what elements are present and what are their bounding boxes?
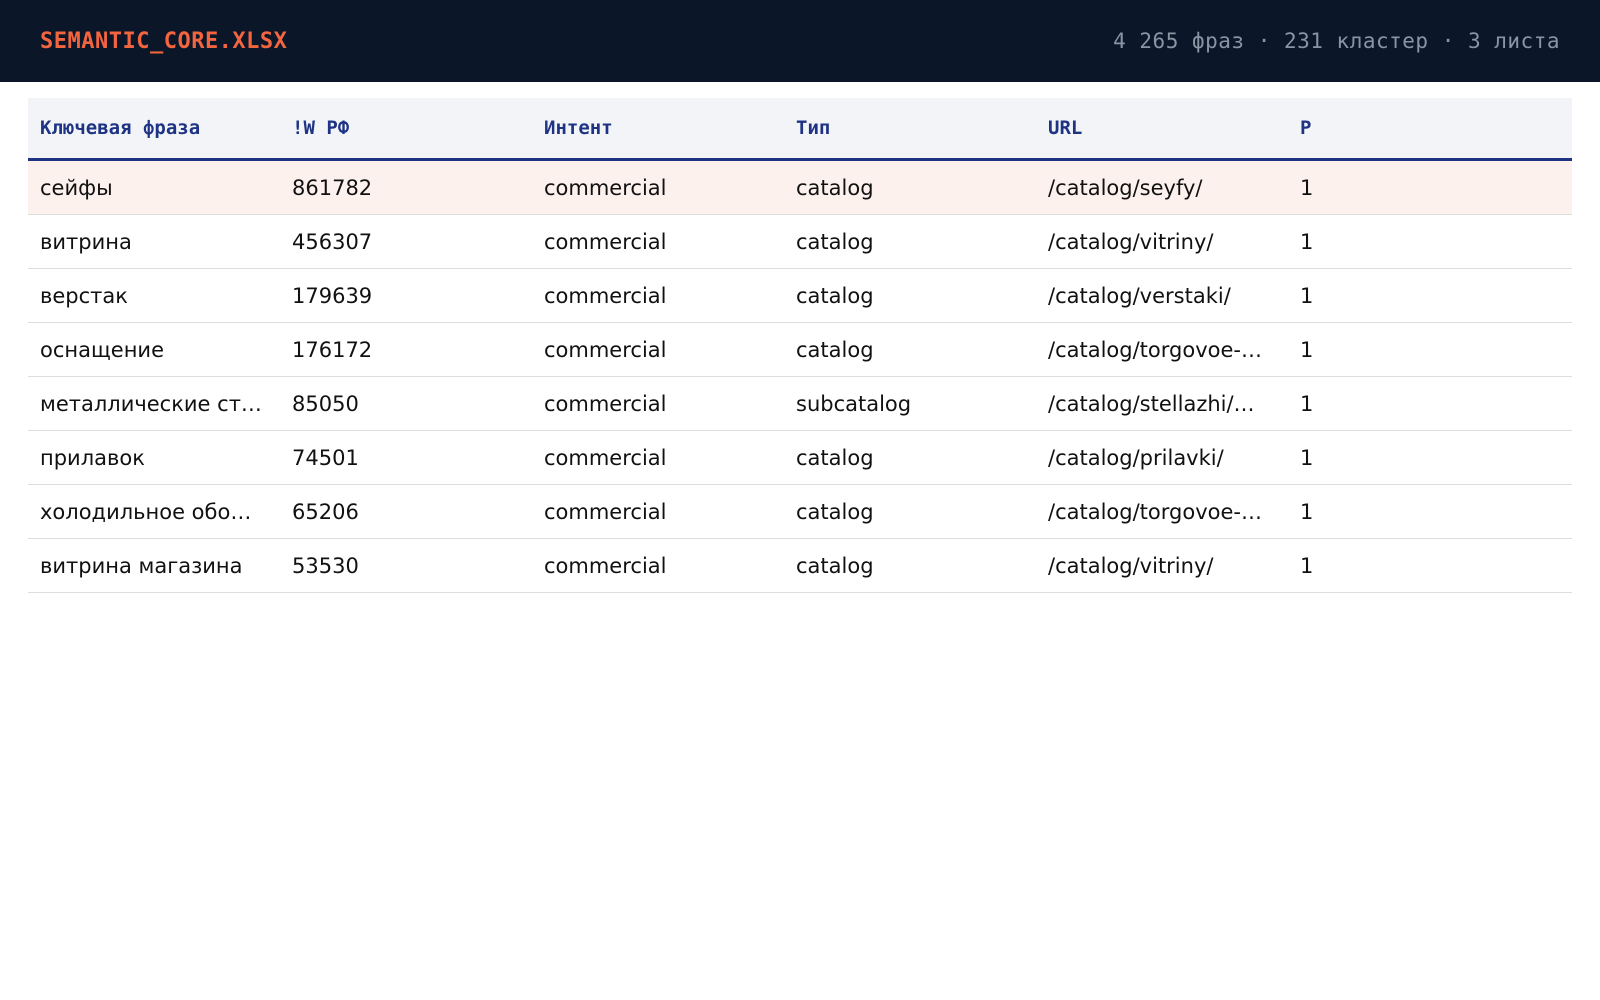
table-row[interactable]: верстак 179639 commercial catalog /catal… [28, 268, 1572, 323]
cell-intent: commercial [532, 484, 784, 539]
cell-intent: commercial [532, 268, 784, 323]
column-header-type[interactable]: Тип [784, 98, 1036, 161]
cell-phrase: прилавок [28, 430, 280, 485]
cell-type: catalog [784, 322, 1036, 377]
cell-phrase: витрина магазина [28, 538, 280, 593]
cell-priority: 1 [1288, 214, 1572, 269]
table-row[interactable]: витрина магазина 53530 commercial catalo… [28, 538, 1572, 593]
file-header-bar: SEMANTIC_CORE.XLSX 4 265 фраз · 231 клас… [0, 0, 1600, 82]
cell-url: /catalog/stellazhi/… [1036, 376, 1288, 431]
cell-frequency: 65206 [280, 484, 532, 539]
table-row[interactable]: витрина 456307 commercial catalog /catal… [28, 214, 1572, 269]
cell-intent: commercial [532, 538, 784, 593]
table-row[interactable]: прилавок 74501 commercial catalog /catal… [28, 430, 1572, 485]
cell-url: /catalog/vitriny/ [1036, 214, 1288, 269]
cell-frequency: 74501 [280, 430, 532, 485]
column-header-intent[interactable]: Интент [532, 98, 784, 161]
cell-frequency: 179639 [280, 268, 532, 323]
file-stats: 4 265 фраз · 231 кластер · 3 листа [1113, 29, 1560, 53]
column-header-frequency[interactable]: !W РФ [280, 98, 532, 161]
cell-type: subcatalog [784, 376, 1036, 431]
column-header-url[interactable]: URL [1036, 98, 1288, 161]
semantic-core-table: Ключевая фраза !W РФ Интент Тип URL P се… [28, 98, 1572, 593]
cell-priority: 1 [1288, 430, 1572, 485]
cell-frequency: 861782 [280, 159, 532, 215]
cell-frequency: 456307 [280, 214, 532, 269]
table-header-row: Ключевая фраза !W РФ Интент Тип URL P [28, 98, 1572, 161]
cell-priority: 1 [1288, 268, 1572, 323]
column-header-phrase[interactable]: Ключевая фраза [28, 98, 280, 161]
cell-phrase: витрина [28, 214, 280, 269]
table-container: Ключевая фраза !W РФ Интент Тип URL P се… [0, 82, 1600, 593]
cell-phrase: холодильное обо… [28, 484, 280, 539]
cell-intent: commercial [532, 322, 784, 377]
column-header-priority[interactable]: P [1288, 98, 1572, 161]
cell-url: /catalog/torgovoe-… [1036, 484, 1288, 539]
cell-priority: 1 [1288, 376, 1572, 431]
cell-priority: 1 [1288, 322, 1572, 377]
cell-type: catalog [784, 430, 1036, 485]
table-row[interactable]: металлические ст… 85050 commercial subca… [28, 376, 1572, 431]
table-row[interactable]: сейфы 861782 commercial catalog /catalog… [28, 159, 1572, 215]
cell-type: catalog [784, 214, 1036, 269]
cell-intent: commercial [532, 376, 784, 431]
cell-type: catalog [784, 159, 1036, 215]
cell-type: catalog [784, 268, 1036, 323]
cell-url: /catalog/prilavki/ [1036, 430, 1288, 485]
table-row[interactable]: оснащение 176172 commercial catalog /cat… [28, 322, 1572, 377]
cell-frequency: 53530 [280, 538, 532, 593]
cell-priority: 1 [1288, 159, 1572, 215]
cell-url: /catalog/torgovoe-… [1036, 322, 1288, 377]
cell-type: catalog [784, 538, 1036, 593]
cell-phrase: сейфы [28, 159, 280, 215]
cell-priority: 1 [1288, 484, 1572, 539]
cell-phrase: металлические ст… [28, 376, 280, 431]
cell-phrase: оснащение [28, 322, 280, 377]
cell-priority: 1 [1288, 538, 1572, 593]
cell-url: /catalog/seyfy/ [1036, 159, 1288, 215]
cell-intent: commercial [532, 214, 784, 269]
cell-type: catalog [784, 484, 1036, 539]
cell-frequency: 176172 [280, 322, 532, 377]
cell-frequency: 85050 [280, 376, 532, 431]
cell-intent: commercial [532, 159, 784, 215]
cell-intent: commercial [532, 430, 784, 485]
cell-url: /catalog/verstaki/ [1036, 268, 1288, 323]
table-row[interactable]: холодильное обо… 65206 commercial catalo… [28, 484, 1572, 539]
cell-url: /catalog/vitriny/ [1036, 538, 1288, 593]
cell-phrase: верстак [28, 268, 280, 323]
file-title: SEMANTIC_CORE.XLSX [40, 28, 288, 54]
